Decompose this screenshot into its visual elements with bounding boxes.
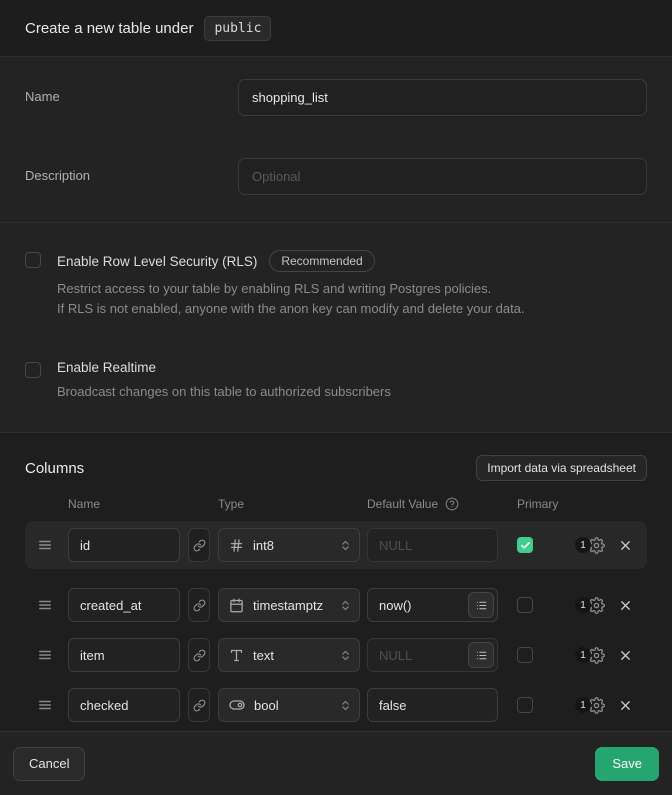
general-section: Name Description [0, 57, 672, 223]
columns-title: Columns [25, 460, 84, 477]
chevron-up-down-icon [339, 649, 352, 662]
hash-icon [229, 538, 244, 553]
columns-section: Columns Import data via spreadsheet Name… [0, 433, 672, 731]
remove-column-icon[interactable] [618, 648, 633, 663]
column-type-select[interactable]: text [218, 638, 360, 672]
primary-key-checkbox[interactable] [517, 697, 533, 713]
column-type-select[interactable]: timestamptz [218, 588, 360, 622]
primary-key-checkbox[interactable] [517, 537, 533, 553]
settings-count-badge: 1 [575, 697, 591, 713]
settings-count-badge: 1 [575, 537, 591, 553]
remove-column-icon[interactable] [618, 538, 633, 553]
table-name-input[interactable] [238, 79, 647, 116]
table-description-input[interactable] [238, 158, 647, 195]
toggles-section: Enable Row Level Security (RLS) Recommen… [0, 223, 672, 433]
foreign-key-link-icon[interactable] [188, 528, 210, 562]
default-value-picker-icon[interactable] [468, 642, 494, 668]
remove-column-icon[interactable] [618, 598, 633, 613]
column-rows-list: int8 1 [25, 521, 647, 729]
settings-count-badge: 1 [575, 597, 591, 613]
column-type-label: int8 [253, 538, 330, 553]
header-primary: Primary [517, 497, 558, 511]
schema-badge: public [204, 16, 271, 41]
default-value-picker-icon[interactable] [468, 592, 494, 618]
create-table-panel: Create a new table under public Name Des… [0, 0, 672, 787]
help-circle-icon[interactable] [445, 497, 459, 511]
rls-checkbox[interactable] [25, 252, 41, 268]
description-label: Description [25, 158, 238, 183]
name-label: Name [25, 79, 238, 104]
chevron-up-down-icon [339, 699, 352, 712]
primary-key-checkbox[interactable] [517, 647, 533, 663]
realtime-description: Broadcast changes on this table to autho… [57, 382, 391, 402]
drag-handle-icon[interactable] [38, 698, 52, 712]
import-spreadsheet-button[interactable]: Import data via spreadsheet [476, 455, 647, 481]
foreign-key-link-icon[interactable] [188, 638, 210, 672]
chevron-up-down-icon [339, 599, 352, 612]
column-row: timestamptz 1 [25, 581, 647, 629]
chevron-up-down-icon [339, 539, 352, 552]
text-icon [229, 648, 244, 663]
rls-label: Enable Row Level Security (RLS) [57, 254, 257, 269]
cancel-button[interactable]: Cancel [13, 747, 85, 781]
primary-key-checkbox[interactable] [517, 597, 533, 613]
column-type-select[interactable]: int8 [218, 528, 360, 562]
drag-handle-icon[interactable] [38, 598, 52, 612]
panel-footer: Cancel Save [0, 731, 672, 795]
toggle-icon [229, 697, 245, 713]
header-name: Name [68, 497, 218, 511]
foreign-key-link-icon[interactable] [188, 588, 210, 622]
realtime-checkbox[interactable] [25, 362, 41, 378]
panel-title: Create a new table under [25, 20, 193, 37]
column-name-input[interactable] [68, 528, 180, 562]
drag-handle-icon[interactable] [38, 648, 52, 662]
drag-handle-icon[interactable] [38, 538, 52, 552]
calendar-icon [229, 598, 244, 613]
realtime-toggle-block: Enable Realtime Broadcast changes on thi… [25, 360, 647, 402]
rls-description: Restrict access to your table by enablin… [57, 279, 525, 319]
column-settings-button[interactable]: 1 [575, 537, 605, 554]
foreign-key-link-icon[interactable] [188, 688, 210, 722]
column-name-input[interactable] [68, 638, 180, 672]
rls-toggle-block: Enable Row Level Security (RLS) Recommen… [25, 250, 647, 319]
header-default-value: Default Value [367, 497, 517, 511]
column-name-input[interactable] [68, 588, 180, 622]
column-settings-button[interactable]: 1 [575, 597, 605, 614]
column-row: text 1 [25, 631, 647, 679]
column-default-input[interactable] [367, 688, 498, 722]
save-button[interactable]: Save [595, 747, 659, 781]
column-type-label: bool [254, 698, 330, 713]
realtime-label: Enable Realtime [57, 360, 156, 375]
panel-header: Create a new table under public [0, 0, 672, 57]
column-settings-button[interactable]: 1 [575, 647, 605, 664]
remove-column-icon[interactable] [618, 698, 633, 713]
column-row: bool 1 [25, 681, 647, 729]
columns-grid-header: Name Type Default Value Primary [25, 497, 647, 511]
column-default-input[interactable] [367, 528, 498, 562]
column-settings-button[interactable]: 1 [575, 697, 605, 714]
column-type-label: timestamptz [253, 598, 330, 613]
name-field-row: Name [25, 79, 647, 116]
column-row: int8 1 [25, 521, 647, 569]
description-field-row: Description [25, 158, 647, 195]
header-type: Type [218, 497, 367, 511]
column-type-select[interactable]: bool [218, 688, 360, 722]
column-name-input[interactable] [68, 688, 180, 722]
column-type-label: text [253, 648, 330, 663]
recommended-badge: Recommended [269, 250, 374, 272]
settings-count-badge: 1 [575, 647, 591, 663]
